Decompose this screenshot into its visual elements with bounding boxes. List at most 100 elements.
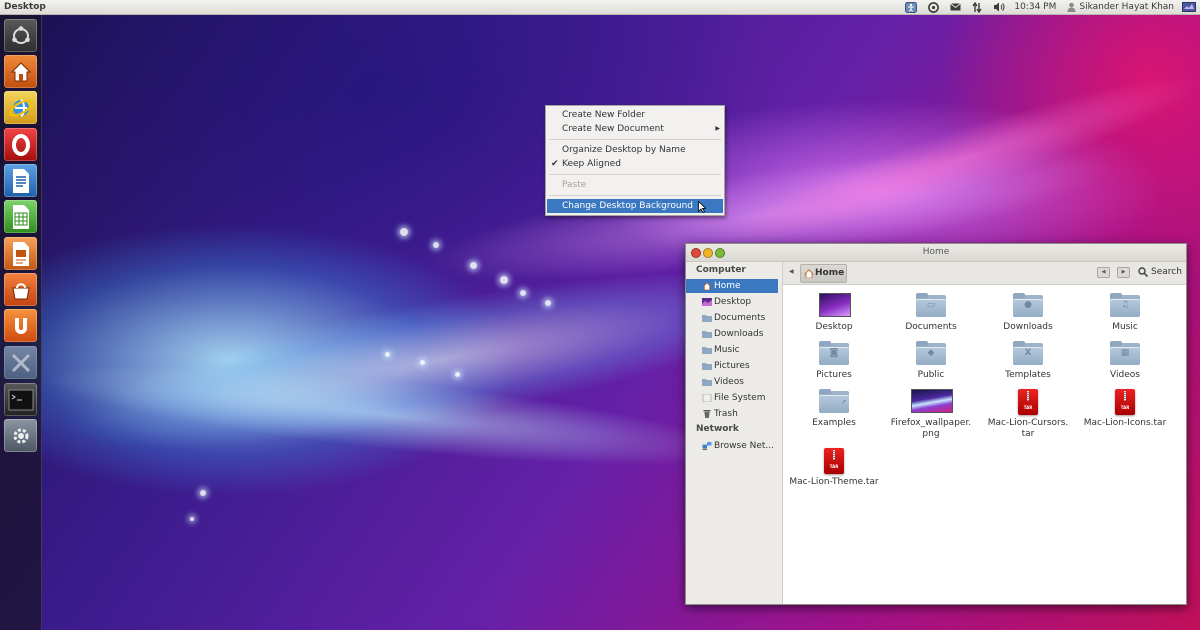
bokeh-dot	[385, 352, 390, 357]
file-item-downloads[interactable]: ● Downloads	[980, 293, 1076, 333]
bokeh-dot	[545, 300, 551, 306]
launcher-impress[interactable]	[4, 237, 37, 270]
accessibility-icon[interactable]	[904, 1, 918, 13]
top-panel: Desktop 10:34 PM Sikander Hayat Khan	[0, 0, 1200, 15]
sidebar-item-home[interactable]: Home	[686, 279, 778, 293]
breadcrumb-home-button[interactable]: Home	[800, 264, 847, 283]
checkmark-icon: ✔	[551, 159, 559, 169]
user-name[interactable]: Sikander Hayat Khan	[1079, 2, 1178, 12]
sidebar-item-browse-network[interactable]: Browse Net...	[686, 439, 778, 453]
places-sidebar: Computer Home Desktop Documents Download…	[686, 262, 783, 604]
ubuntu-one-status-icon[interactable]	[926, 1, 940, 13]
search-icon	[1138, 267, 1148, 277]
folder-icon	[702, 379, 712, 386]
folder-icon	[702, 315, 712, 322]
launcher-ubuntu-one[interactable]	[4, 309, 37, 342]
indicator-area: 10:34 PM Sikander Hayat Khan	[900, 0, 1200, 14]
menu-create-new-folder[interactable]: Create New Folder	[546, 108, 724, 122]
sidebar-item-desktop[interactable]: Desktop	[686, 295, 778, 309]
clock[interactable]: 10:34 PM	[1010, 2, 1060, 12]
window-title: Home	[922, 247, 950, 257]
file-item-videos[interactable]: ▦ Videos	[1077, 341, 1173, 381]
sidebar-item-pictures[interactable]: Pictures	[686, 359, 778, 373]
tar-archive-icon: TAR	[1110, 389, 1140, 415]
menu-keep-aligned[interactable]: ✔ Keep Aligned	[546, 157, 724, 171]
mouse-pointer-icon	[698, 201, 706, 213]
file-item-music[interactable]: ♫ Music	[1077, 293, 1173, 333]
launcher-system-settings[interactable]	[4, 419, 37, 452]
dash-home-button[interactable]	[4, 19, 37, 52]
menu-organize-desktop[interactable]: Organize Desktop by Name	[546, 143, 724, 157]
launcher-writer[interactable]	[4, 164, 37, 197]
file-item-examples[interactable]: ↗ Examples	[786, 389, 882, 429]
file-item-documents[interactable]: ▭ Documents	[883, 293, 979, 333]
launcher-opera[interactable]	[4, 128, 37, 161]
light-streak	[38, 343, 742, 487]
network-arrows-icon[interactable]	[970, 1, 984, 13]
search-button[interactable]: Search	[1138, 267, 1182, 277]
file-item-mac-lion-theme[interactable]: TAR Mac-Lion-Theme.tar	[786, 448, 882, 488]
menu-change-desktop-background[interactable]: Change Desktop Background	[547, 199, 723, 213]
tar-archive-icon: TAR	[819, 448, 849, 474]
forward-button[interactable]: ▶	[1117, 267, 1130, 278]
file-item-mac-lion-cursors[interactable]: TAR Mac-Lion-Cursors. tar	[980, 389, 1076, 440]
launcher-system-tools[interactable]	[4, 346, 37, 379]
file-item-mac-lion-icons[interactable]: TAR Mac-Lion-Icons.tar	[1077, 389, 1173, 429]
trash-icon	[703, 410, 711, 418]
user-icon	[1064, 1, 1078, 13]
public-folder-icon: ◆	[916, 341, 946, 365]
volume-icon[interactable]	[992, 1, 1006, 13]
sidebar-item-music[interactable]: Music	[686, 343, 778, 357]
home-folder-icon	[10, 61, 31, 81]
mail-icon[interactable]	[948, 1, 962, 13]
sidebar-heading-network: Network	[696, 424, 739, 434]
terminal-icon	[8, 389, 33, 410]
libreoffice-calc-icon	[12, 204, 29, 229]
launcher-home-folder[interactable]	[4, 55, 37, 88]
bokeh-dot	[433, 242, 439, 248]
launcher-calc[interactable]	[4, 200, 37, 233]
sidebar-item-videos[interactable]: Videos	[686, 375, 778, 389]
music-folder-icon: ♫	[1110, 293, 1140, 317]
home-icon	[804, 269, 814, 278]
examples-folder-icon: ↗	[819, 389, 849, 413]
file-view[interactable]: Desktop ▭ Documents ● Downloads ♫ Music …	[783, 285, 1186, 604]
system-tools-icon	[11, 353, 30, 372]
sidebar-heading-computer: Computer	[696, 265, 746, 275]
downloads-folder-icon: ●	[1013, 293, 1043, 317]
file-item-pictures[interactable]: ◙ Pictures	[786, 341, 882, 381]
bokeh-dot	[400, 228, 408, 236]
menu-separator	[549, 195, 721, 196]
window-titlebar[interactable]: Home	[686, 244, 1186, 262]
light-streak	[703, 51, 1200, 269]
file-item-templates[interactable]: X Templates	[980, 341, 1076, 381]
launcher-software-center[interactable]	[4, 273, 37, 306]
file-item-firefox-wallpaper[interactable]: Firefox_wallpaper. png	[883, 389, 979, 440]
sidebar-item-file-system[interactable]: File System	[686, 391, 778, 405]
file-item-public[interactable]: ◆ Public	[883, 341, 979, 381]
folder-icon	[702, 347, 712, 354]
desktop-context-menu: Create New Folder Create New Document ▶ …	[545, 105, 725, 216]
menu-create-new-document[interactable]: Create New Document ▶	[546, 122, 724, 136]
opera-browser-icon	[11, 133, 30, 156]
bokeh-dot	[190, 517, 194, 521]
file-item-desktop[interactable]: Desktop	[786, 293, 882, 333]
launcher-internet-explorer[interactable]	[4, 91, 37, 124]
launcher-terminal[interactable]	[4, 383, 37, 416]
menu-separator	[549, 139, 721, 140]
image-thumbnail-icon	[911, 389, 953, 413]
sidebar-item-documents[interactable]: Documents	[686, 311, 778, 325]
libreoffice-impress-icon	[12, 241, 29, 266]
sidebar-item-trash[interactable]: Trash	[686, 407, 778, 421]
session-power-icon[interactable]	[1182, 1, 1196, 13]
breadcrumb-left-arrow-icon[interactable]: ◀	[789, 268, 794, 275]
back-button[interactable]: ◀	[1097, 267, 1110, 278]
templates-folder-icon: X	[1013, 341, 1043, 365]
documents-folder-icon: ▭	[916, 293, 946, 317]
pictures-folder-icon: ◙	[819, 341, 849, 365]
sidebar-item-downloads[interactable]: Downloads	[686, 327, 778, 341]
internet-explorer-icon	[8, 98, 33, 117]
folder-icon	[702, 331, 712, 338]
folder-icon	[702, 363, 712, 370]
videos-folder-icon: ▦	[1110, 341, 1140, 365]
